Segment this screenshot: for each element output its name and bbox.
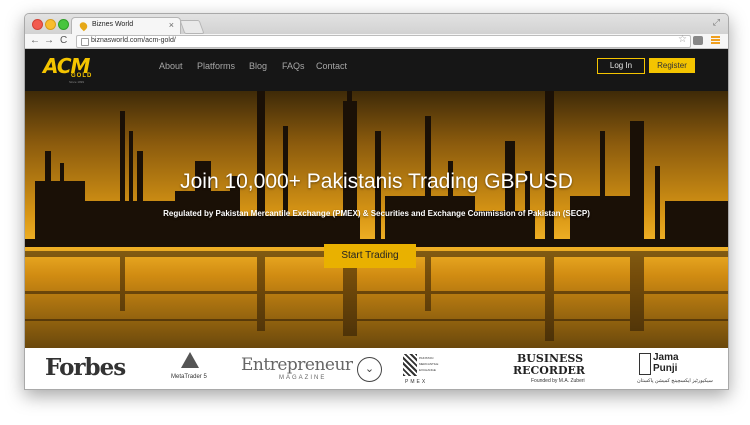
metatrader-icon <box>181 352 199 368</box>
window-maximize-button[interactable] <box>58 19 69 30</box>
refinery-silhouette-image <box>25 91 728 341</box>
hero-banner: Join 10,000+ Pakistanis Trading GBPUSD R… <box>25 91 728 348</box>
pmex-line-1: PAKISTAN <box>419 356 434 360</box>
browser-tab-strip: Biznes World × ⤢ <box>25 14 728 35</box>
metatrader-text: MetaTrader 5 <box>171 374 207 380</box>
nav-faqs[interactable]: FAQs <box>282 61 305 71</box>
back-icon[interactable]: ← <box>30 35 40 47</box>
metatrader-logo: MetaTrader 5 <box>171 352 211 384</box>
logo-tagline: Since 1999 <box>69 80 85 84</box>
forbes-logo: Forbes <box>45 354 126 381</box>
entrepreneur-logo: Entrepreneur <box>241 355 353 375</box>
tab-close-icon[interactable]: × <box>169 20 174 30</box>
browser-menu-icon[interactable] <box>711 36 720 45</box>
nav-blog[interactable]: Blog <box>249 61 267 71</box>
pmex-acronym: PMEX <box>405 379 428 385</box>
browser-window: Biznes World × ⤢ ← → C biznasworld.com/a… <box>24 13 729 390</box>
window-close-button[interactable] <box>32 19 43 30</box>
pmex-emblem-icon <box>403 354 417 376</box>
address-bar[interactable]: biznasworld.com/acm-gold/ ☆ <box>76 34 691 48</box>
nav-platforms[interactable]: Platforms <box>197 61 235 71</box>
extension-icon[interactable] <box>693 36 703 45</box>
acm-gold-logo[interactable]: ACM GOLD Since 1999 <box>43 54 103 86</box>
reload-icon[interactable]: C <box>60 35 67 47</box>
hero-title: Join 10,000+ Pakistanis Trading GBPUSD <box>180 170 573 193</box>
login-button[interactable]: Log In <box>597 58 645 74</box>
pmex-line-3: EXCHANGE <box>419 368 436 372</box>
tab-title: Biznes World <box>92 21 134 28</box>
scroll-down-button[interactable]: ⌄ <box>357 357 382 382</box>
entrepreneur-subtitle: MAGAZINE <box>279 375 327 381</box>
forward-icon[interactable]: → <box>44 35 54 47</box>
window-minimize-button[interactable] <box>45 19 56 30</box>
nav-about[interactable]: About <box>159 61 183 71</box>
punji-text: Punji <box>653 363 678 374</box>
logo-sub-text: GOLD <box>71 73 93 79</box>
pmex-line-2: MERCANTILE <box>419 362 439 366</box>
url-text[interactable]: biznasworld.com/acm-gold/ <box>91 37 176 44</box>
nav-contact[interactable]: Contact <box>316 61 347 71</box>
jama-text: Jama <box>653 352 679 363</box>
page-icon <box>81 38 89 46</box>
jama-punji-emblem-icon <box>639 353 651 375</box>
register-button[interactable]: Register <box>649 58 695 73</box>
start-trading-button[interactable]: Start Trading <box>324 244 416 268</box>
new-tab-button[interactable] <box>179 20 205 34</box>
business-recorder-tagline: Founded by M.A. Zuberi <box>531 378 585 384</box>
fullscreen-icon[interactable]: ⤢ <box>713 17 720 28</box>
jama-punji-logo: Jama Punji <box>653 352 679 374</box>
bookmark-star-icon[interactable]: ☆ <box>678 34 687 45</box>
business-recorder-logo-line2: RECORDER <box>513 364 586 377</box>
browser-toolbar: ← → C biznasworld.com/acm-gold/ ☆ <box>25 34 728 49</box>
favicon-icon <box>78 20 89 32</box>
web-page: ACM GOLD Since 1999 About Platforms Blog… <box>25 49 728 389</box>
pmex-logo: PAKISTAN MERCANTILE EXCHANGE PMEX <box>403 352 453 386</box>
site-header: ACM GOLD Since 1999 About Platforms Blog… <box>25 49 728 91</box>
partner-logos-strip: Forbes MetaTrader 5 Entrepreneur MAGAZIN… <box>25 348 728 389</box>
browser-tab[interactable]: Biznes World × <box>71 17 181 35</box>
hero-subtitle: Regulated by Pakistan Mercantile Exchang… <box>163 209 590 218</box>
jama-punji-urdu-text: سیکیورٹیز ایکسچینج کمیشن پاکستان <box>637 378 713 384</box>
